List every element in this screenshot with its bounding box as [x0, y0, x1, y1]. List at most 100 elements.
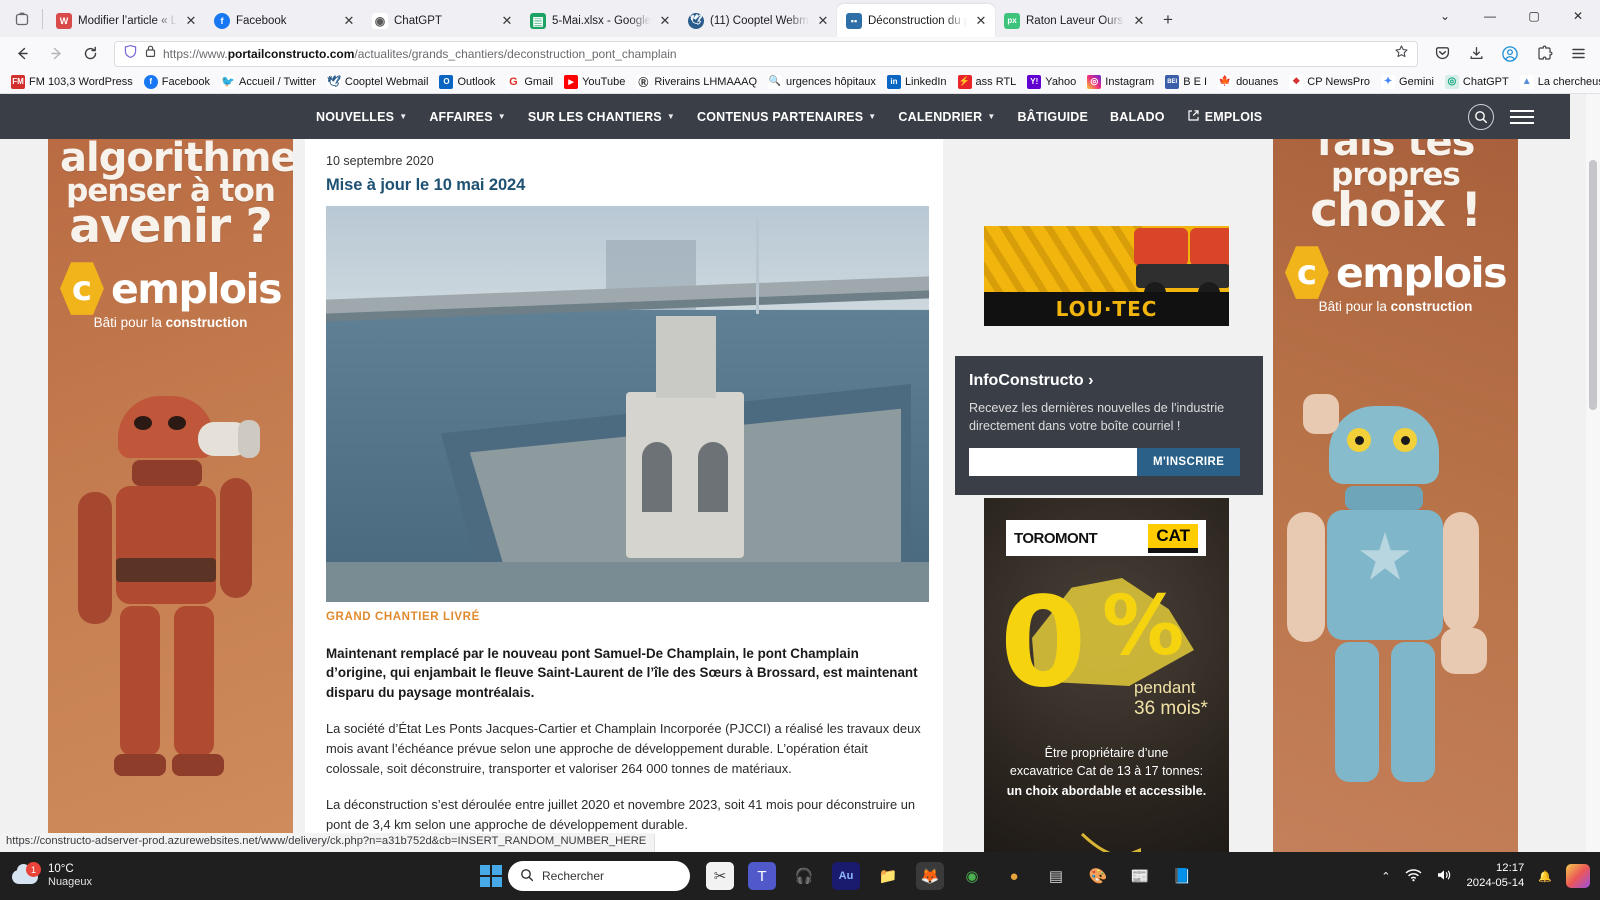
close-icon[interactable]: ✕: [1131, 13, 1147, 29]
bookmark-item[interactable]: ❖CP NewsPro: [1284, 73, 1375, 91]
nav-item-sur-les-chantiers[interactable]: SUR LES CHANTIERS▼: [528, 110, 675, 124]
nav-item-balado[interactable]: BALADO: [1110, 110, 1165, 124]
bookmark-item[interactable]: inLinkedIn: [882, 73, 952, 91]
list-all-tabs-icon[interactable]: ⌄: [1422, 0, 1468, 32]
bookmark-item[interactable]: 🕊Cooptel Webmail: [322, 73, 434, 91]
tab-title: Modifier l’article « La rage du ra: [78, 15, 177, 27]
nav-item-calendrier[interactable]: CALENDRIER▼: [898, 110, 995, 124]
tray-app-icon[interactable]: [1566, 864, 1590, 888]
bookmark-item[interactable]: ✦Gemini: [1376, 73, 1439, 91]
bookmark-item[interactable]: ▶YouTube: [559, 73, 630, 91]
account-icon[interactable]: [1494, 40, 1526, 68]
maximize-button[interactable]: ▢: [1512, 0, 1556, 32]
bookmark-item[interactable]: ⓇRiverains LHMAAAQ: [631, 73, 762, 91]
app-chrome-icon[interactable]: ◉: [958, 862, 986, 890]
bookmark-item[interactable]: BEIB E I: [1160, 73, 1212, 91]
save-to-pocket-icon[interactable]: [1426, 40, 1458, 68]
new-tab-button[interactable]: +: [1153, 5, 1183, 35]
ad-right-rail[interactable]: fais tes propres choix ! c emplois Bâti …: [1273, 126, 1518, 852]
forward-icon[interactable]: [40, 40, 72, 68]
address-bar[interactable]: https://www.portailconstructo.com/actual…: [114, 41, 1418, 67]
close-icon[interactable]: ✕: [973, 13, 989, 29]
bookmark-star-icon[interactable]: [1394, 44, 1409, 64]
close-icon[interactable]: ✕: [499, 13, 515, 29]
browser-tab[interactable]: f Facebook ✕: [205, 4, 363, 37]
bookmarks-bar: FMFM 103,3 WordPress fFacebook 🐦Accueil …: [0, 70, 1600, 94]
notification-bell-icon[interactable]: 🔔: [1538, 870, 1552, 883]
browser-tab-active[interactable]: ▪▪ Déconstruction du pont Champ ✕: [837, 4, 995, 37]
bookmark-item[interactable]: FMFM 103,3 WordPress: [6, 73, 138, 91]
app-file-explorer-icon[interactable]: 📁: [874, 862, 902, 890]
shield-icon[interactable]: [123, 44, 138, 64]
app-menu-icon[interactable]: [1562, 40, 1594, 68]
status-bar-url: https://constructo-adserver-prod.azurewe…: [0, 833, 655, 852]
nav-item-batiguide[interactable]: BÂTIGUIDE: [1017, 110, 1088, 124]
app-bell-icon[interactable]: ●: [1000, 862, 1028, 890]
close-icon[interactable]: ✕: [183, 13, 199, 29]
scrollbar-thumb[interactable]: [1589, 160, 1597, 410]
app-snipping-icon[interactable]: ✂: [706, 862, 734, 890]
bookmark-item[interactable]: GGmail: [501, 73, 558, 91]
weather-widget[interactable]: 1 10°C Nuageux: [0, 862, 200, 890]
back-icon[interactable]: [6, 40, 38, 68]
extensions-icon[interactable]: [1528, 40, 1560, 68]
ad-left-rail[interactable]: algorithme penser à ton avenir ? c emplo…: [48, 126, 293, 852]
taskbar-search[interactable]: Rechercher: [508, 861, 690, 891]
bookmark-item[interactable]: OOutlook: [434, 73, 500, 91]
app-audacity-icon[interactable]: 🎧: [790, 862, 818, 890]
minimize-button[interactable]: —: [1468, 0, 1512, 32]
bookmark-item[interactable]: ▲La chercheuse Mélani...: [1515, 73, 1600, 91]
lock-icon[interactable]: [144, 44, 157, 63]
page-scrollbar[interactable]: [1586, 94, 1600, 852]
app-teams-icon[interactable]: T: [748, 862, 776, 890]
bookmark-item[interactable]: ◎Instagram: [1082, 73, 1159, 91]
browser-tab[interactable]: W Modifier l’article « La rage du ra ✕: [47, 4, 205, 37]
ad-loutec[interactable]: LOU·TEC: [984, 226, 1229, 326]
nav-item-emplois[interactable]: EMPLOIS: [1187, 109, 1263, 125]
bookmark-item[interactable]: 🔍urgences hôpitaux: [763, 73, 881, 91]
close-window-button[interactable]: ✕: [1556, 0, 1600, 32]
app-photos-icon[interactable]: ▤: [1042, 862, 1070, 890]
browser-tab[interactable]: ▤ 5-Mai.xlsx - Google Sheets ✕: [521, 4, 679, 37]
nav-item-affaires[interactable]: AFFAIRES▼: [429, 110, 506, 124]
browser-tab[interactable]: px Raton Laveur Ours La Nature - F ✕: [995, 4, 1153, 37]
tab-list-icon[interactable]: [4, 3, 40, 35]
bookmark-item[interactable]: fFacebook: [139, 73, 215, 91]
facebook-icon: f: [214, 13, 230, 29]
bookmark-item[interactable]: Y!Yahoo: [1022, 73, 1081, 91]
close-icon[interactable]: ✕: [815, 13, 831, 29]
bookmark-item[interactable]: 🍁douanes: [1213, 73, 1283, 91]
downloads-icon[interactable]: [1460, 40, 1492, 68]
cat-ad-body-2: excavatrice Cat de 13 à 17 tonnes:: [984, 762, 1229, 780]
linkedin-icon: in: [887, 75, 901, 89]
bookmark-item[interactable]: 🐦Accueil / Twitter: [216, 73, 321, 91]
tray-expand-icon[interactable]: ⌃: [1381, 870, 1390, 883]
taskbar-clock[interactable]: 12:17 2024-05-14: [1467, 861, 1525, 890]
app-firefox-icon[interactable]: 🦊: [916, 862, 944, 890]
close-icon[interactable]: ✕: [657, 13, 673, 29]
app-paint-icon[interactable]: 🎨: [1084, 862, 1112, 890]
cat-ad-body-1: Être propriétaire d’une: [984, 744, 1229, 762]
hamburger-menu-icon[interactable]: [1510, 110, 1534, 124]
close-icon[interactable]: ✕: [341, 13, 357, 29]
chevron-down-icon: ▼: [498, 112, 506, 121]
browser-tab[interactable]: ◉ ChatGPT ✕: [363, 4, 521, 37]
app-audition-icon[interactable]: Au: [832, 862, 860, 890]
wifi-icon[interactable]: [1405, 868, 1422, 885]
app-word-icon[interactable]: 📘: [1168, 862, 1196, 890]
newsletter-subscribe-button[interactable]: M'INSCRIRE: [1137, 448, 1240, 476]
newsletter-email-input[interactable]: [969, 448, 1137, 476]
cat-logo: CAT: [1148, 524, 1198, 553]
wordpress-icon: W: [56, 13, 72, 29]
nav-item-nouvelles[interactable]: NOUVELLES▼: [316, 110, 407, 124]
bookmark-item[interactable]: ⚡ass RTL: [953, 73, 1022, 91]
reload-icon[interactable]: [74, 40, 106, 68]
search-icon[interactable]: [1468, 104, 1494, 130]
volume-icon[interactable]: [1436, 868, 1453, 885]
start-button[interactable]: [480, 865, 502, 887]
ad-toromont-cat[interactable]: TOROMONT CAT 0 % pendant 36 mois* Être p…: [984, 498, 1229, 852]
bookmark-item[interactable]: ◎ChatGPT: [1440, 73, 1514, 91]
app-news-icon[interactable]: 📰: [1126, 862, 1154, 890]
browser-tab[interactable]: 🕊 (11) Cooptel Webmail :: [InfoCo ✕: [679, 4, 837, 37]
nav-item-contenus-partenaires[interactable]: CONTENUS PARTENAIRES▼: [697, 110, 876, 124]
